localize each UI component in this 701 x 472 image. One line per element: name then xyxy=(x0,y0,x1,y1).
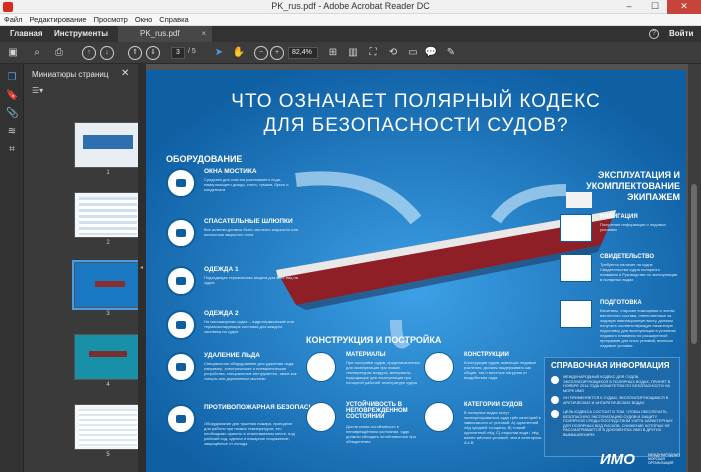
ice-tools-icon xyxy=(166,352,196,382)
certificate-icon xyxy=(560,254,592,282)
tab-home[interactable]: Главная xyxy=(10,26,43,42)
fit-page-icon[interactable]: ⊞ xyxy=(326,46,340,60)
title-bar: PK_rus.pdf - Adobe Acrobat Reader DC – ☐… xyxy=(0,0,701,14)
thumbnail-number: 3 xyxy=(106,311,110,317)
bridge-window-icon xyxy=(166,168,196,198)
page-down-icon[interactable]: ↓ xyxy=(100,46,114,60)
thumbnail-page-3[interactable] xyxy=(72,260,142,310)
suit-icon xyxy=(166,310,196,340)
close-panel-icon[interactable]: ✕ xyxy=(121,68,129,79)
info-dot-icon xyxy=(551,396,559,404)
structure-icon[interactable]: ⌗ xyxy=(6,144,18,156)
sign-icon[interactable]: ✎ xyxy=(444,46,458,60)
close-tab-icon[interactable]: × xyxy=(201,26,206,42)
vertical-scrollbar[interactable] xyxy=(688,64,701,472)
scroll-mode-icon[interactable]: ▥ xyxy=(346,46,360,60)
panel-resize-handle[interactable]: ◂ xyxy=(138,64,146,472)
print-icon[interactable]: ⎙ xyxy=(52,46,66,60)
close-window-button[interactable]: ✕ xyxy=(667,0,701,14)
ship-categories-icon xyxy=(424,402,454,432)
tab-document[interactable]: PK_rus.pdf × xyxy=(118,26,212,42)
thumbnail-page-1[interactable] xyxy=(74,122,140,168)
thumbnail-page-4[interactable] xyxy=(74,334,140,380)
training-board-icon xyxy=(560,300,592,328)
operation-section-title: ЭКСПЛУАТАЦИЯ И УКОМПЛЕКТОВАНИЕ ЭКИПАЖЕМ xyxy=(586,170,680,202)
thumbnails-title: Миниатюры страниц xyxy=(32,70,109,79)
login-button[interactable]: Войти xyxy=(669,26,693,42)
menu-file[interactable]: Файл xyxy=(0,14,25,24)
scrollbar-thumb[interactable] xyxy=(691,184,697,344)
left-navigation-rail: ❐ 🔖 📎 ≋ ⌗ xyxy=(0,64,24,472)
structures-icon xyxy=(424,352,454,382)
save-icon[interactable]: ▣ xyxy=(6,46,20,60)
zoom-in-icon[interactable]: + xyxy=(270,46,284,60)
imo-logo-subtitle: МЕЖДУНАРОДНАЯ МОРСКАЯ ОРГАНИЗАЦИЯ xyxy=(648,453,680,465)
bookmark-icon[interactable]: 🔖 xyxy=(6,90,18,102)
read-mode-icon[interactable]: ▭ xyxy=(406,46,420,60)
search-icon[interactable]: ⌕ xyxy=(30,46,44,60)
page-number-input[interactable]: 3 xyxy=(171,47,185,59)
thumbnail-number: 2 xyxy=(106,240,110,246)
maximize-button[interactable]: ☐ xyxy=(642,0,668,14)
thumbnails-panel: Миниатюры страниц ✕ ☰▾ 1 2 3 4 5 xyxy=(24,64,142,472)
menu-view[interactable]: Просмотр xyxy=(90,14,131,24)
thumbnail-options-icon[interactable]: ☰▾ xyxy=(32,86,52,98)
stability-icon xyxy=(306,402,336,432)
rotate-icon[interactable]: ⟲ xyxy=(386,46,400,60)
imo-logo: ИМО xyxy=(600,451,635,468)
document-tab-label: PK_rus.pdf xyxy=(140,29,180,38)
construction-section-title: КОНСТРУКЦИЯ И ПОСТРОЙКА xyxy=(306,335,442,345)
tab-tools[interactable]: Инструменты xyxy=(54,26,108,42)
pdf-page: ЧТО ОЗНАЧАЕТ ПОЛЯРНЫЙ КОДЕКС ДЛЯ БЕЗОПАС… xyxy=(146,70,686,472)
reference-info-box: СПРАВОЧНАЯ ИНФОРМАЦИЯ МЕЖДУНАРОДНЫЙ КОДЕ… xyxy=(544,357,680,457)
fire-extinguisher-icon xyxy=(166,404,196,434)
equipment-section-title: ОБОРУДОВАНИЕ xyxy=(166,154,243,164)
info-dot-icon xyxy=(551,410,559,418)
menu-bar: Файл Редактирование Просмотр Окно Справка xyxy=(0,14,701,26)
thumbnail-number: 1 xyxy=(106,170,110,176)
zoom-level-field[interactable]: 82,4% xyxy=(288,47,318,59)
menu-help[interactable]: Справка xyxy=(155,14,191,24)
poster-headline: ЧТО ОЗНАЧАЕТ ПОЛЯРНЫЙ КОДЕКС ДЛЯ БЕЗОПАС… xyxy=(231,91,601,136)
select-cursor-icon[interactable]: ➤ xyxy=(212,46,226,60)
comment-icon[interactable]: 💬 xyxy=(424,46,438,60)
info-dot-icon xyxy=(551,376,559,384)
tab-bar: Главная Инструменты PK_rus.pdf × ? Войти xyxy=(0,26,701,42)
hand-icon[interactable]: ✋ xyxy=(232,46,246,60)
document-view[interactable]: ЧТО ОЗНАЧАЕТ ПОЛЯРНЫЙ КОДЕКС ДЛЯ БЕЗОПАС… xyxy=(146,64,701,472)
layers-icon[interactable]: ≋ xyxy=(6,126,18,138)
thumbnail-number: 5 xyxy=(106,452,110,458)
help-icon[interactable]: ? xyxy=(649,29,659,39)
menu-window[interactable]: Окно xyxy=(131,14,155,24)
collapse-arrow-icon[interactable]: ◂ xyxy=(140,264,143,271)
thumbnail-number: 4 xyxy=(106,382,110,388)
materials-icon xyxy=(306,352,336,382)
page-thumbnails-icon[interactable]: ❐ xyxy=(6,72,18,84)
page-total: / 5 xyxy=(188,48,196,55)
hat-icon xyxy=(166,266,196,296)
lifeboat-icon xyxy=(166,218,196,248)
minimize-button[interactable]: – xyxy=(616,0,642,14)
window-title: PK_rus.pdf - Adobe Acrobat Reader DC xyxy=(271,1,430,11)
page-up-icon[interactable]: ↑ xyxy=(82,46,96,60)
first-page-icon[interactable]: ⇑ xyxy=(128,46,142,60)
thumbnail-page-2[interactable] xyxy=(74,192,140,238)
zoom-out-icon[interactable]: − xyxy=(254,46,268,60)
menu-edit[interactable]: Редактирование xyxy=(25,14,89,24)
toolbar: ▣ ⌕ ⎙ ↑ ↓ ⇑ ⇓ 3 / 5 ➤ ✋ − + 82,4% ⊞ ▥ ⛶ … xyxy=(0,42,701,64)
last-page-icon[interactable]: ⇓ xyxy=(146,46,160,60)
attachment-icon[interactable]: 📎 xyxy=(6,108,18,120)
navigation-chart-icon xyxy=(560,214,592,242)
fullscreen-icon[interactable]: ⛶ xyxy=(366,46,380,60)
thumbnail-page-5[interactable] xyxy=(74,404,140,450)
